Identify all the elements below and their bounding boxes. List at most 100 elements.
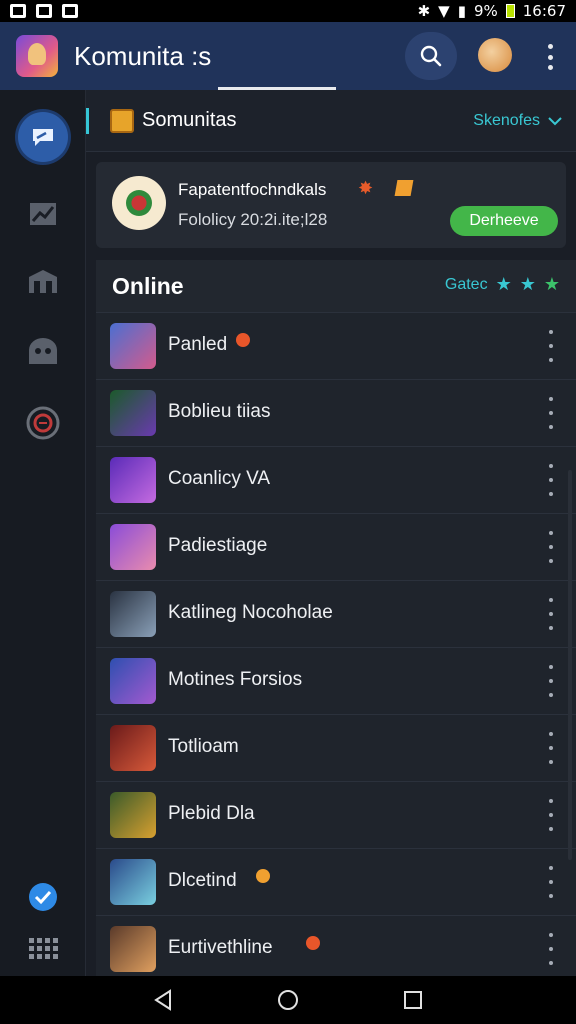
overflow-menu-button[interactable] bbox=[540, 42, 560, 72]
row-overflow-menu-button[interactable] bbox=[546, 598, 556, 630]
target-icon bbox=[26, 406, 60, 440]
sidebar-item-target[interactable] bbox=[18, 398, 68, 448]
dot-icon bbox=[549, 760, 553, 764]
row-overflow-menu-button[interactable] bbox=[546, 933, 556, 965]
featured-card[interactable]: Fapatentfochndkals ✸ Fololicy 20:2i.ite;… bbox=[96, 162, 566, 248]
member-row[interactable]: Katlineg Nocoholae bbox=[96, 580, 576, 647]
member-name: Dlcetind bbox=[168, 870, 237, 891]
dot-icon bbox=[549, 827, 553, 831]
sidebar-item-apps[interactable] bbox=[18, 924, 68, 974]
row-overflow-menu-button[interactable] bbox=[546, 464, 556, 496]
row-overflow-menu-button[interactable] bbox=[546, 732, 556, 764]
member-row[interactable]: Boblieu tiias bbox=[96, 379, 576, 446]
notification-icons bbox=[10, 4, 78, 18]
row-overflow-menu-button[interactable] bbox=[546, 330, 556, 362]
row-overflow-menu-button[interactable] bbox=[546, 866, 556, 898]
home-circle-icon bbox=[277, 990, 298, 1010]
dot-icon bbox=[549, 746, 553, 750]
channel-filter-dropdown[interactable]: Skenofes bbox=[473, 112, 562, 130]
back-button[interactable] bbox=[143, 980, 183, 1020]
main-content: Somunitas Skenofes Fapatentfochndkals ✸ … bbox=[86, 90, 576, 982]
dot-icon bbox=[549, 813, 553, 817]
member-name: Plebid Dla bbox=[168, 803, 255, 824]
cube-icon bbox=[394, 180, 414, 196]
chart-icon bbox=[30, 203, 56, 225]
sidebar-item-stats[interactable] bbox=[18, 188, 68, 238]
row-overflow-menu-button[interactable] bbox=[546, 799, 556, 831]
member-row[interactable]: Plebid Dla bbox=[96, 781, 576, 848]
dot-icon bbox=[549, 933, 553, 937]
sidebar-item-games[interactable] bbox=[18, 326, 68, 376]
channel-filter-label: Skenofes bbox=[473, 112, 540, 129]
member-name: Katlineg Nocoholae bbox=[168, 602, 333, 623]
dot-icon bbox=[549, 492, 553, 496]
search-button[interactable] bbox=[405, 32, 457, 80]
dot-icon bbox=[549, 894, 553, 898]
chevron-down-icon bbox=[548, 117, 562, 126]
card-action-button[interactable]: Derheeve bbox=[450, 206, 558, 236]
app-title: Komunita :s bbox=[74, 40, 212, 71]
dot-icon bbox=[549, 545, 553, 549]
dot-icon bbox=[549, 358, 553, 362]
member-avatar bbox=[110, 658, 156, 704]
member-row[interactable]: Panled bbox=[96, 312, 576, 379]
card-title: Fapatentfochndkals bbox=[178, 180, 327, 199]
member-name: Eurtivethline bbox=[168, 937, 273, 958]
row-overflow-menu-button[interactable] bbox=[546, 397, 556, 429]
status-bar: ✱ ▼ ▮ 9% 16:67 bbox=[0, 0, 576, 22]
member-avatar bbox=[110, 859, 156, 905]
wifi-icon: ▼ bbox=[438, 2, 450, 20]
member-row[interactable]: Motines Forsios bbox=[96, 647, 576, 714]
member-row[interactable]: Eurtivethline bbox=[96, 915, 576, 982]
row-overflow-menu-button[interactable] bbox=[546, 665, 556, 697]
status-badge-icon bbox=[256, 869, 270, 883]
dot-icon bbox=[549, 411, 553, 415]
dot-icon bbox=[549, 693, 553, 697]
dot-icon bbox=[549, 344, 553, 348]
channel-header: Somunitas Skenofes bbox=[86, 90, 576, 152]
member-name: Boblieu tiias bbox=[168, 401, 271, 422]
dot-icon bbox=[549, 866, 553, 870]
member-row[interactable]: Totlioam bbox=[96, 714, 576, 781]
app-bar: Komunita :s bbox=[0, 22, 576, 90]
dot-icon bbox=[547, 65, 553, 70]
app-logo[interactable] bbox=[16, 35, 58, 77]
member-row[interactable]: Coanlicy VA bbox=[96, 446, 576, 513]
member-row[interactable]: Padiestiage bbox=[96, 513, 576, 580]
grid-icon bbox=[29, 938, 58, 959]
member-avatar bbox=[110, 323, 156, 369]
dot-icon bbox=[549, 425, 553, 429]
member-avatar bbox=[110, 390, 156, 436]
back-triangle-icon bbox=[153, 989, 171, 1011]
online-filter[interactable]: Gatec ★ ★ ★ bbox=[445, 274, 560, 295]
dot-icon bbox=[549, 947, 553, 951]
status-badge-icon bbox=[306, 936, 320, 950]
member-list: Panled Boblieu tiias Coanlicy VA Padiestiag… bbox=[96, 312, 576, 982]
row-overflow-menu-button[interactable] bbox=[546, 531, 556, 563]
member-row[interactable]: Dlcetind bbox=[96, 848, 576, 915]
search-icon bbox=[420, 45, 442, 67]
online-filter-label: Gatec bbox=[444, 275, 488, 293]
starburst-icon: ✸ bbox=[358, 178, 374, 198]
dot-icon bbox=[549, 880, 553, 884]
download-notification-icon bbox=[62, 4, 78, 18]
scrollbar[interactable] bbox=[568, 470, 572, 860]
member-name: Padiestiage bbox=[168, 535, 268, 556]
channel-name: Somunitas bbox=[142, 109, 237, 131]
home-button[interactable] bbox=[268, 980, 308, 1020]
profile-avatar[interactable] bbox=[478, 38, 512, 72]
member-avatar bbox=[110, 524, 156, 570]
online-panel: Online Gatec ★ ★ ★ Panled Boblieu tiias Co… bbox=[96, 260, 576, 982]
star-icon: ★ bbox=[543, 274, 560, 294]
sidebar-item-messages[interactable] bbox=[18, 112, 68, 162]
dot-icon bbox=[549, 531, 553, 535]
online-header: Online Gatec ★ ★ ★ bbox=[96, 260, 576, 312]
card-avatar bbox=[112, 176, 166, 230]
signal-icon: ▮ bbox=[457, 2, 466, 20]
sidebar-item-store[interactable] bbox=[18, 256, 68, 306]
recents-button[interactable] bbox=[393, 980, 433, 1020]
dot-icon bbox=[549, 626, 553, 630]
bluetooth-icon: ✱ bbox=[417, 2, 431, 20]
sidebar-item-verified[interactable] bbox=[18, 872, 68, 922]
clock: 16:67 bbox=[522, 2, 566, 20]
